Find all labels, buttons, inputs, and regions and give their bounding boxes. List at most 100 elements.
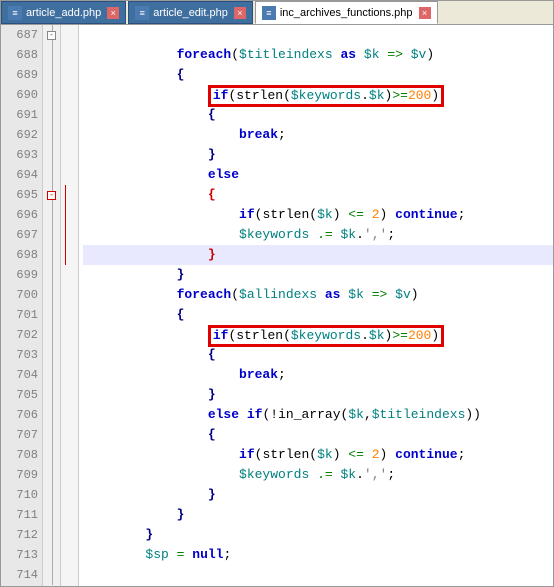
close-icon[interactable]: × [234,7,246,19]
close-icon[interactable]: × [419,7,431,19]
fold-marker [43,345,60,365]
fold-marker [43,465,60,485]
fold-marker [43,485,60,505]
code-line[interactable]: { [83,185,553,205]
line-number: 688 [1,45,38,65]
code-line[interactable]: } [83,525,553,545]
fold-marker [43,505,60,525]
code-line[interactable]: $keywords .= $k.','; [83,225,553,245]
line-number: 698 [1,245,38,265]
code-line[interactable]: if(strlen($k) <= 2) continue; [83,205,553,225]
tab-label: article_add.php [26,7,101,19]
code-line[interactable]: if(strlen($k) <= 2) continue; [83,445,553,465]
code-line[interactable]: { [83,65,553,85]
code-line[interactable]: $sp = null; [83,545,553,565]
tab-label: inc_archives_functions.php [280,7,413,19]
margin-guide [61,305,78,325]
code-line[interactable]: { [83,425,553,445]
fold-marker[interactable]: - [43,25,60,45]
code-line[interactable]: break; [83,125,553,145]
file-icon: ≡ [262,6,276,20]
line-number: 706 [1,405,38,425]
margin-guide [61,445,78,465]
code-line[interactable]: } [83,385,553,405]
fold-marker [43,365,60,385]
line-number: 708 [1,445,38,465]
code-line[interactable]: else [83,165,553,185]
margin-guide [61,505,78,525]
margin-guide [61,25,78,45]
margin-guide [61,525,78,545]
line-number: 705 [1,385,38,405]
code-line[interactable] [83,25,553,45]
tab-article-add[interactable]: ≡ article_add.php × [1,1,126,24]
fold-marker [43,305,60,325]
line-number: 711 [1,505,38,525]
close-icon[interactable]: × [107,7,119,19]
line-number: 693 [1,145,38,165]
fold-marker [43,85,60,105]
code-area[interactable]: foreach($titleindexs as $k => $v) { if(s… [79,25,553,586]
margin-guide [61,325,78,345]
line-number: 702 [1,325,38,345]
margin-guide [61,405,78,425]
margin-guide [61,565,78,585]
code-line[interactable]: } [83,485,553,505]
fold-marker [43,565,60,585]
line-number: 699 [1,265,38,285]
code-line[interactable]: if(strlen($keywords.$k)>=200) [83,85,553,105]
fold-marker [43,265,60,285]
fold-column: -- [43,25,61,586]
code-line[interactable]: foreach($allindexs as $k => $v) [83,285,553,305]
code-line[interactable]: $keywords .= $k.','; [83,465,553,485]
line-number: 701 [1,305,38,325]
line-number: 691 [1,105,38,125]
margin-guide [61,165,78,185]
fold-marker[interactable]: - [43,185,60,205]
margin-guide [61,125,78,145]
tab-inc-archives[interactable]: ≡ inc_archives_functions.php × [255,1,438,24]
editor: 6876886896906916926936946956966976986997… [1,25,553,586]
line-number: 714 [1,565,38,585]
line-number: 709 [1,465,38,485]
code-line[interactable]: if(strlen($keywords.$k)>=200) [83,325,553,345]
fold-marker [43,245,60,265]
code-line[interactable]: } [83,265,553,285]
margin-column [61,25,79,586]
code-line[interactable]: foreach($titleindexs as $k => $v) [83,45,553,65]
line-number: 704 [1,365,38,385]
margin-guide [61,545,78,565]
margin-guide [61,105,78,125]
code-line[interactable]: } [83,145,553,165]
margin-guide [61,185,78,205]
code-line[interactable]: { [83,105,553,125]
line-number: 687 [1,25,38,45]
line-number: 713 [1,545,38,565]
line-number: 689 [1,65,38,85]
tab-article-edit[interactable]: ≡ article_edit.php × [128,1,253,24]
code-line[interactable]: } [83,505,553,525]
fold-marker [43,425,60,445]
code-line-current[interactable]: } [83,245,553,265]
fold-marker [43,225,60,245]
margin-guide [61,265,78,285]
fold-marker [43,105,60,125]
margin-guide [61,145,78,165]
file-icon: ≡ [135,6,149,20]
code-line[interactable]: else if(!in_array($k,$titleindexs)) [83,405,553,425]
fold-marker [43,145,60,165]
margin-guide [61,385,78,405]
code-line[interactable]: { [83,345,553,365]
code-line[interactable] [83,565,553,585]
margin-guide [61,285,78,305]
fold-marker [43,385,60,405]
line-number: 694 [1,165,38,185]
tab-bar: ≡ article_add.php × ≡ article_edit.php ×… [1,1,553,25]
fold-marker [43,325,60,345]
code-line[interactable]: { [83,305,553,325]
line-number: 710 [1,485,38,505]
margin-guide [61,365,78,385]
code-line[interactable]: break; [83,365,553,385]
fold-marker [43,285,60,305]
line-number: 696 [1,205,38,225]
